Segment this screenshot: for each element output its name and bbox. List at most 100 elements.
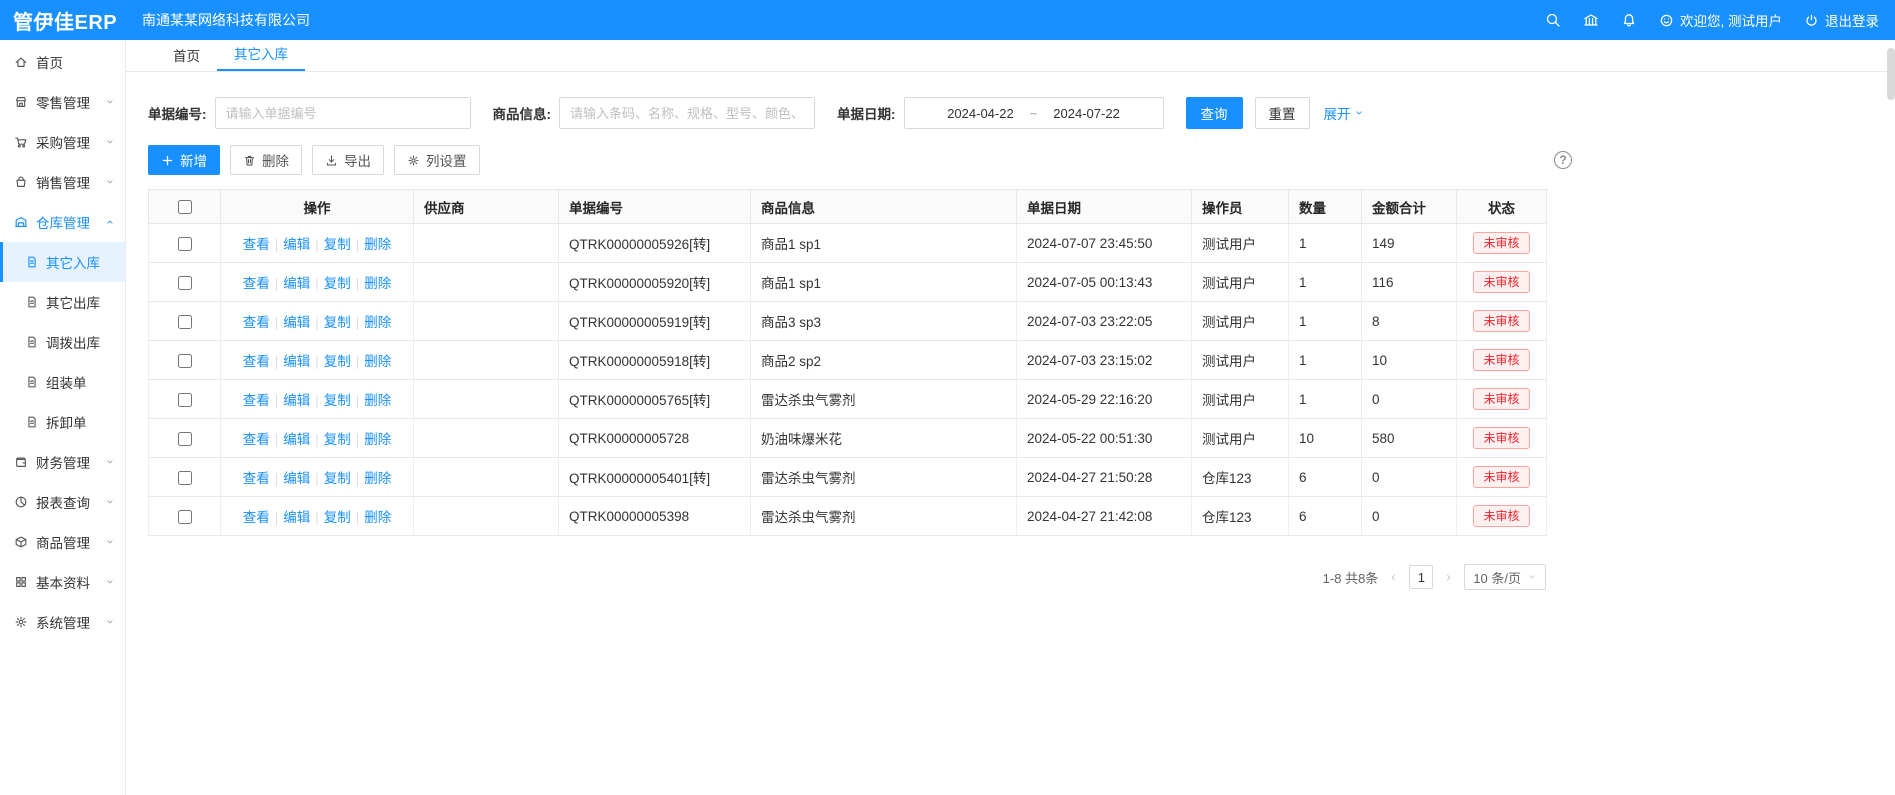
row-select-cell (149, 458, 221, 497)
row-action-delete[interactable]: 删除 (364, 276, 391, 291)
search-icon[interactable] (1545, 12, 1561, 28)
expand-link[interactable]: 展开 (1324, 103, 1364, 123)
sidebar-item-label: 仓库管理 (36, 212, 90, 232)
row-action-view[interactable]: 查看 (243, 510, 270, 525)
row-actions: 查看|编辑|复制|删除 (221, 341, 414, 380)
bill-no-input[interactable] (215, 97, 471, 129)
action-separator: | (356, 354, 360, 369)
sidebar-subitem-label: 组装单 (46, 372, 87, 392)
welcome-user[interactable]: 欢迎您, 测试用户 (1659, 10, 1782, 30)
cell-bill-no: QTRK00000005765[转] (559, 380, 751, 419)
row-action-edit[interactable]: 编辑 (283, 315, 310, 330)
row-action-copy[interactable]: 复制 (324, 276, 351, 291)
sidebar-item-warehouse[interactable]: 仓库管理 (0, 202, 125, 242)
delete-button[interactable]: 删除 (230, 145, 302, 175)
sidebar-subitem-transfer-outbound[interactable]: 调拨出库 (0, 322, 125, 362)
action-separator: | (275, 393, 279, 408)
sidebar-item-basic-data[interactable]: 基本资料 (0, 562, 125, 602)
row-action-view[interactable]: 查看 (243, 276, 270, 291)
row-checkbox[interactable] (178, 510, 192, 524)
column-settings-button[interactable]: 列设置 (394, 145, 480, 175)
row-action-copy[interactable]: 复制 (324, 510, 351, 525)
chevron-down-icon (1527, 572, 1537, 582)
row-action-edit[interactable]: 编辑 (283, 237, 310, 252)
row-action-delete[interactable]: 删除 (364, 471, 391, 486)
row-checkbox[interactable] (178, 315, 192, 329)
logout-button[interactable]: 退出登录 (1804, 10, 1879, 30)
sidebar-subitem-other-outbound[interactable]: 其它出库 (0, 282, 125, 322)
current-page-button[interactable]: 1 (1409, 565, 1433, 589)
document-icon (25, 255, 39, 269)
row-action-delete[interactable]: 删除 (364, 315, 391, 330)
bank-icon[interactable] (1583, 12, 1599, 28)
row-action-delete[interactable]: 删除 (364, 354, 391, 369)
row-action-copy[interactable]: 复制 (324, 471, 351, 486)
add-button[interactable]: 新增 (148, 145, 220, 175)
row-action-delete[interactable]: 删除 (364, 432, 391, 447)
sidebar-item-home[interactable]: 首页 (0, 42, 125, 82)
sidebar-item-finance[interactable]: 财务管理 (0, 442, 125, 482)
reset-button[interactable]: 重置 (1255, 97, 1310, 129)
row-action-edit[interactable]: 编辑 (283, 354, 310, 369)
page-size-select[interactable]: 10 条/页 (1464, 564, 1546, 590)
sidebar-subitem-disassembly[interactable]: 拆卸单 (0, 402, 125, 442)
sidebar-item-purchase[interactable]: 采购管理 (0, 122, 125, 162)
row-action-copy[interactable]: 复制 (324, 393, 351, 408)
row-checkbox[interactable] (178, 432, 192, 446)
row-checkbox[interactable] (178, 237, 192, 251)
row-action-edit[interactable]: 编辑 (283, 276, 310, 291)
row-action-view[interactable]: 查看 (243, 432, 270, 447)
row-action-view[interactable]: 查看 (243, 471, 270, 486)
scrollbar[interactable] (1887, 40, 1895, 795)
export-button[interactable]: 导出 (312, 145, 384, 175)
row-action-delete[interactable]: 删除 (364, 510, 391, 525)
sidebar-item-reports[interactable]: 报表查询 (0, 482, 125, 522)
column-header-date: 单据日期 (1017, 190, 1192, 224)
search-button[interactable]: 查询 (1186, 97, 1243, 129)
sidebar-item-sales[interactable]: 销售管理 (0, 162, 125, 202)
row-action-delete[interactable]: 删除 (364, 393, 391, 408)
row-checkbox[interactable] (178, 354, 192, 368)
help-icon[interactable]: ? (1554, 151, 1572, 169)
sidebar-item-label: 报表查询 (36, 492, 90, 512)
row-action-edit[interactable]: 编辑 (283, 471, 310, 486)
next-page-button[interactable] (1443, 572, 1454, 583)
prev-page-button[interactable] (1388, 572, 1399, 583)
row-action-edit[interactable]: 编辑 (283, 432, 310, 447)
row-action-view[interactable]: 查看 (243, 315, 270, 330)
row-action-edit[interactable]: 编辑 (283, 393, 310, 408)
row-action-copy[interactable]: 复制 (324, 432, 351, 447)
date-from-value[interactable]: 2024-04-22 (947, 106, 1014, 121)
row-checkbox[interactable] (178, 471, 192, 485)
row-action-view[interactable]: 查看 (243, 237, 270, 252)
cell-qty: 1 (1289, 380, 1362, 419)
row-action-delete[interactable]: 删除 (364, 237, 391, 252)
date-to-value[interactable]: 2024-07-22 (1053, 106, 1120, 121)
action-separator: | (356, 510, 360, 525)
bell-icon[interactable] (1621, 12, 1637, 28)
row-checkbox[interactable] (178, 276, 192, 290)
select-all-checkbox[interactable] (178, 200, 192, 214)
sidebar-subitem-other-inbound[interactable]: 其它入库 (0, 242, 125, 282)
row-action-view[interactable]: 查看 (243, 393, 270, 408)
scrollbar-thumb[interactable] (1887, 48, 1895, 100)
cell-operator: 测试用户 (1192, 263, 1289, 302)
action-separator: | (356, 393, 360, 408)
column-header-qty: 数量 (1289, 190, 1362, 224)
tab-home[interactable]: 首页 (156, 42, 217, 71)
row-action-copy[interactable]: 复制 (324, 315, 351, 330)
tab-other-inbound[interactable]: 其它入库 (217, 40, 305, 71)
table-row: 查看|编辑|复制|删除 QTRK00000005398 雷达杀虫气雾剂 2024… (149, 497, 1547, 536)
sidebar-item-retail[interactable]: 零售管理 (0, 82, 125, 122)
sidebar-item-system[interactable]: 系统管理 (0, 602, 125, 642)
date-range-picker[interactable]: 2024-04-22 ~ 2024-07-22 (904, 97, 1164, 129)
row-action-edit[interactable]: 编辑 (283, 510, 310, 525)
product-info-input[interactable] (559, 97, 815, 129)
row-action-copy[interactable]: 复制 (324, 354, 351, 369)
cell-product: 商品2 sp2 (751, 341, 1017, 380)
row-checkbox[interactable] (178, 393, 192, 407)
row-action-copy[interactable]: 复制 (324, 237, 351, 252)
sidebar-subitem-assembly[interactable]: 组装单 (0, 362, 125, 402)
row-action-view[interactable]: 查看 (243, 354, 270, 369)
sidebar-item-goods[interactable]: 商品管理 (0, 522, 125, 562)
